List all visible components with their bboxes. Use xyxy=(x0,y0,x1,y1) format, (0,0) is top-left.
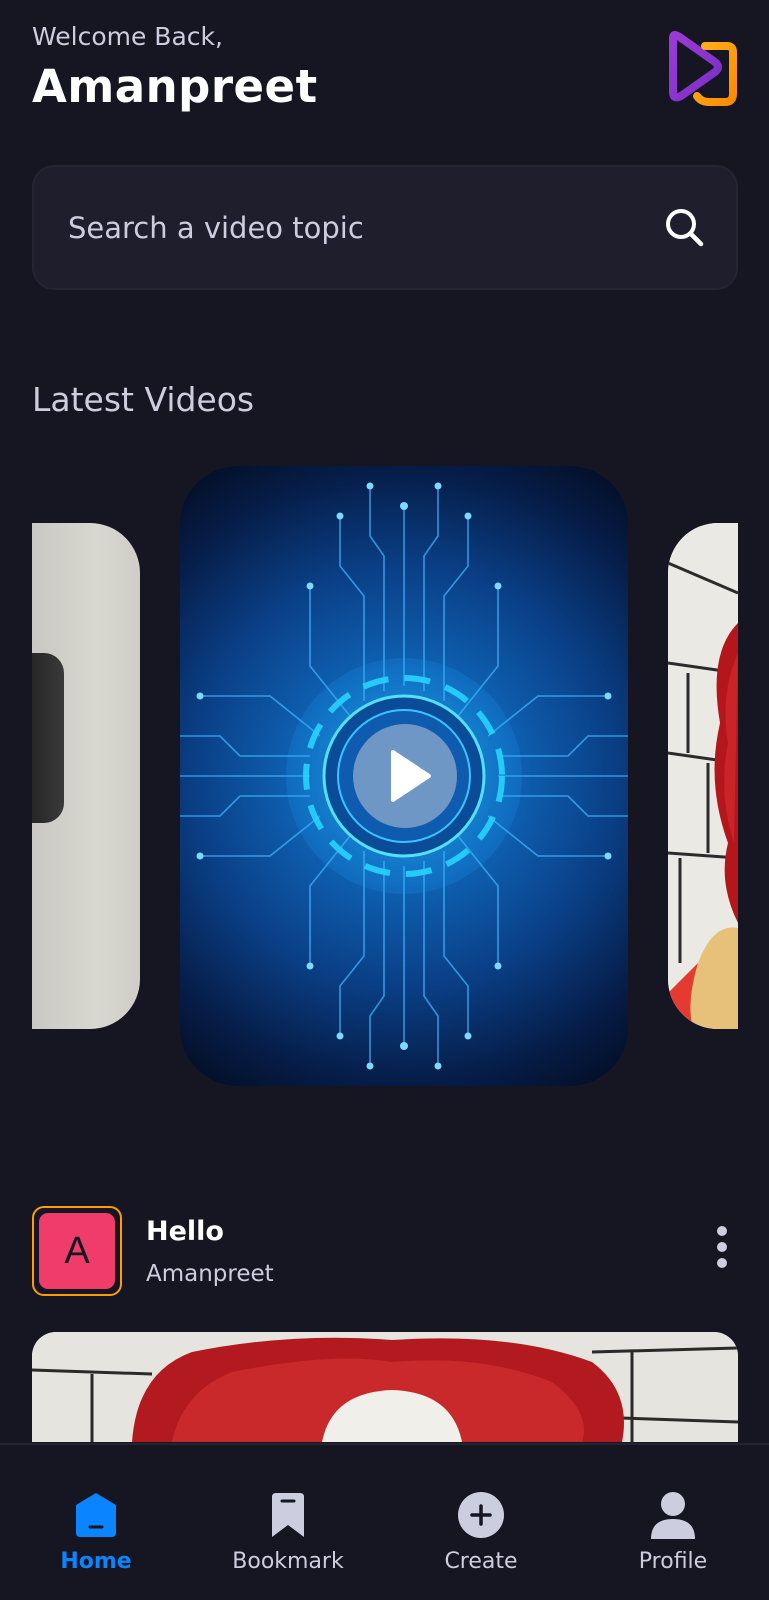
plus-circle-icon xyxy=(457,1491,505,1539)
search-placeholder: Search a video topic xyxy=(68,211,364,245)
tab-home[interactable]: Home xyxy=(21,1485,171,1575)
video-thumbnail-image xyxy=(668,523,738,1029)
post-header: A Hello Amanpreet xyxy=(32,1206,738,1298)
play-button[interactable] xyxy=(353,724,457,828)
home-icon xyxy=(72,1491,120,1539)
avatar[interactable]: A xyxy=(32,1206,122,1296)
app-logo-icon xyxy=(665,26,737,108)
video-card-featured[interactable] xyxy=(180,466,628,1086)
tab-label: Home xyxy=(60,1549,132,1574)
bookmark-icon xyxy=(264,1491,312,1539)
video-thumbnail-image xyxy=(32,1332,738,1442)
video-card-next[interactable] xyxy=(668,523,738,1029)
post-video-thumbnail[interactable] xyxy=(32,1332,738,1442)
tab-label: Profile xyxy=(638,1549,708,1574)
welcome-text: Welcome Back, xyxy=(32,22,223,51)
section-title-latest-videos: Latest Videos xyxy=(32,380,255,419)
avatar-letter: A xyxy=(39,1213,115,1289)
tab-profile[interactable]: Profile xyxy=(598,1485,748,1575)
tab-label: Bookmark xyxy=(232,1549,344,1574)
profile-icon xyxy=(649,1491,697,1539)
post-author: Amanpreet xyxy=(146,1261,274,1287)
tab-label: Create xyxy=(444,1549,518,1574)
username: Amanpreet xyxy=(32,60,318,113)
video-thumbnail-image xyxy=(32,653,64,823)
video-card-previous[interactable] xyxy=(32,523,140,1029)
tab-bookmark[interactable]: Bookmark xyxy=(213,1485,363,1575)
search-input[interactable]: Search a video topic xyxy=(32,165,738,290)
tab-create[interactable]: Create xyxy=(406,1485,556,1575)
post-title: Hello xyxy=(146,1216,224,1247)
header: Welcome Back, Amanpreet xyxy=(32,18,737,118)
more-vertical-icon[interactable] xyxy=(714,1224,730,1270)
bottom-tab-bar: Home Bookmark Create Profile xyxy=(0,1443,769,1600)
search-icon[interactable] xyxy=(662,205,706,249)
